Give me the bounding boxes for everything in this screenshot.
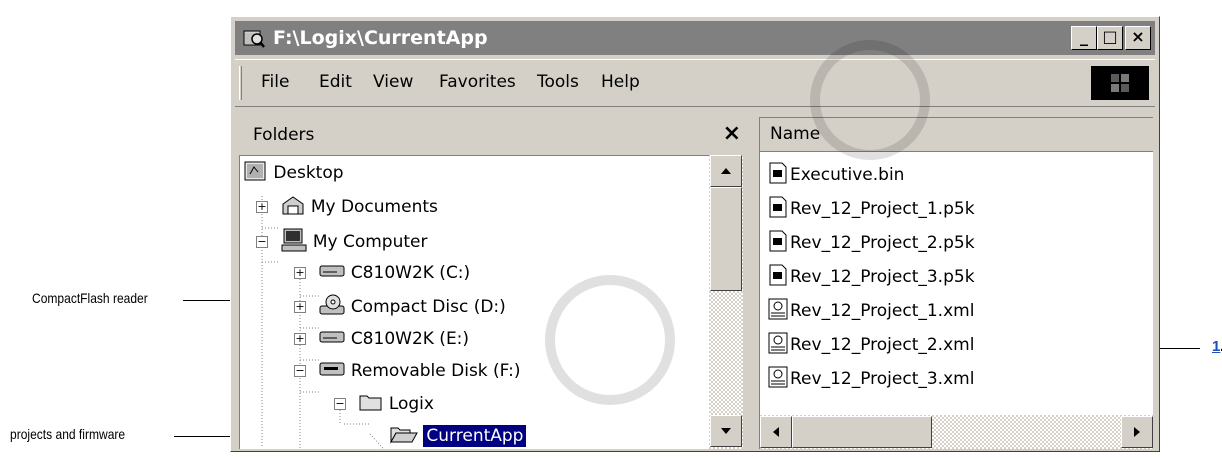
file-item[interactable]: Rev_12_Project_2.p5k	[768, 230, 975, 253]
file-list-pane: Name Executive.bin Rev_12_Project_1.p5k …	[759, 117, 1153, 449]
tree-item-logix[interactable]: − Logix	[334, 392, 434, 414]
xml-file-icon	[768, 298, 788, 320]
folders-title: Folders	[253, 125, 315, 145]
file-item[interactable]: Rev_12_Project_3.xml	[768, 366, 974, 389]
file-item[interactable]: Rev_12_Project_3.p5k	[768, 264, 975, 287]
windows-logo-icon	[1091, 66, 1149, 100]
scroll-down-button[interactable]	[710, 415, 742, 447]
scroll-right-button[interactable]	[1121, 416, 1153, 448]
file-name: Rev_12_Project_1.xml	[790, 301, 975, 321]
explorer-window: F:\Logix\CurrentApp _ □ × File Edit View…	[230, 16, 1160, 452]
folder-icon	[359, 395, 382, 411]
hard-drive-icon	[319, 331, 345, 343]
computer-icon	[281, 228, 307, 252]
expand-plus-icon[interactable]: +	[294, 267, 306, 279]
tree-item-currentapp[interactable]: CurrentApp	[390, 424, 527, 447]
file-name: Rev_12_Project_3.p5k	[790, 267, 975, 287]
menu-help[interactable]: Help	[601, 72, 640, 92]
menu-grip[interactable]	[239, 66, 242, 100]
open-folder-icon	[390, 427, 418, 444]
tree-item-my-documents[interactable]: + My Documents	[256, 194, 438, 217]
file-item[interactable]: Rev_12_Project_1.xml	[768, 298, 974, 321]
menu-favorites[interactable]: Favorites	[439, 72, 516, 92]
cd-drive-icon	[319, 294, 345, 315]
tree-label-selected: CurrentApp	[423, 425, 527, 447]
file-name: Rev_12_Project_2.xml	[790, 335, 975, 355]
tree-item-removable-disk[interactable]: − Removable Disk (F:)	[294, 360, 521, 381]
tree-item-c-drive[interactable]: + C810W2K (C:)	[294, 262, 470, 283]
menu-edit[interactable]: Edit	[319, 72, 352, 92]
menu-tools[interactable]: Tools	[537, 72, 579, 92]
folders-pane: Folders × Desktop + My Documents − My Co…	[239, 117, 751, 449]
tree-label: Removable Disk (F:)	[350, 361, 521, 381]
scroll-thumb[interactable]	[792, 416, 932, 448]
folders-close-icon[interactable]: ×	[723, 121, 741, 146]
desktop-icon	[244, 161, 266, 181]
binary-file-icon	[769, 264, 787, 286]
expand-plus-icon[interactable]: +	[294, 333, 306, 345]
tree-label: Compact Disc (D:)	[350, 297, 506, 317]
file-item[interactable]: Rev_12_Project_1.p5k	[768, 196, 975, 219]
file-item[interactable]: Executive.bin	[768, 162, 904, 185]
folder-tree-scrollbar[interactable]	[709, 155, 743, 449]
name-column-label: Name	[770, 124, 821, 144]
expand-plus-icon[interactable]: +	[294, 301, 306, 313]
xml-file-icon	[768, 332, 788, 354]
tree-item-my-computer[interactable]: − My Computer	[256, 228, 427, 252]
binary-file-icon	[769, 230, 787, 252]
maximize-button[interactable]: □	[1097, 26, 1123, 50]
file-name: Rev_12_Project_3.xml	[790, 369, 975, 389]
file-item[interactable]: Rev_12_Project_2.xml	[768, 332, 974, 355]
scroll-up-button[interactable]	[710, 155, 742, 187]
scroll-thumb[interactable]	[710, 187, 742, 291]
projects-firmware-callout: projects and firmware	[10, 426, 126, 442]
explore-folder-icon	[243, 30, 265, 48]
window-title: F:\Logix\CurrentApp	[273, 27, 488, 49]
tree-label: Logix	[388, 394, 434, 414]
tree-item-compact-disc[interactable]: + Compact Disc (D:)	[294, 294, 506, 317]
removable-disk-icon	[319, 362, 345, 376]
my-documents-icon	[282, 196, 304, 215]
file-list-scrollbar[interactable]	[760, 415, 1153, 449]
name-column-header[interactable]: Name	[760, 118, 1153, 152]
hard-drive-icon	[319, 265, 345, 277]
collapse-minus-icon[interactable]: −	[334, 398, 346, 410]
tree-label: My Documents	[310, 197, 438, 217]
expand-plus-icon[interactable]: +	[256, 201, 268, 213]
tree-label: Desktop	[273, 163, 344, 183]
minimize-button[interactable]: _	[1071, 26, 1097, 50]
close-button[interactable]: ×	[1125, 26, 1151, 50]
binary-file-icon	[769, 162, 787, 184]
tree-label: C810W2K (C:)	[350, 263, 471, 283]
menu-file[interactable]: File	[261, 72, 289, 92]
tree-item-desktop[interactable]: Desktop	[244, 160, 344, 183]
binary-file-icon	[769, 196, 787, 218]
folders-header: Folders ×	[239, 119, 751, 151]
collapse-minus-icon[interactable]: −	[256, 236, 268, 248]
tree-item-e-drive[interactable]: + C810W2K (E:)	[294, 328, 469, 349]
scroll-left-button[interactable]	[760, 416, 792, 448]
menu-bar: File Edit View Favorites Tools Help	[235, 59, 1155, 107]
file-name: Executive.bin	[790, 165, 905, 185]
collapse-minus-icon[interactable]: −	[294, 365, 306, 377]
file-name: Rev_12_Project_2.p5k	[790, 233, 975, 253]
menu-view[interactable]: View	[373, 72, 413, 92]
folder-tree: Desktop + My Documents − My Computer + C…	[239, 155, 709, 449]
file-name: Rev_12_Project_1.p5k	[790, 199, 975, 219]
compactflash-reader-callout: CompactFlash reader	[32, 290, 148, 306]
tree-label: C810W2K (E:)	[350, 329, 470, 349]
title-bar[interactable]: F:\Logix\CurrentApp _ □ ×	[235, 21, 1155, 55]
xml-file-icon	[768, 366, 788, 388]
tree-label: My Computer	[312, 232, 428, 252]
